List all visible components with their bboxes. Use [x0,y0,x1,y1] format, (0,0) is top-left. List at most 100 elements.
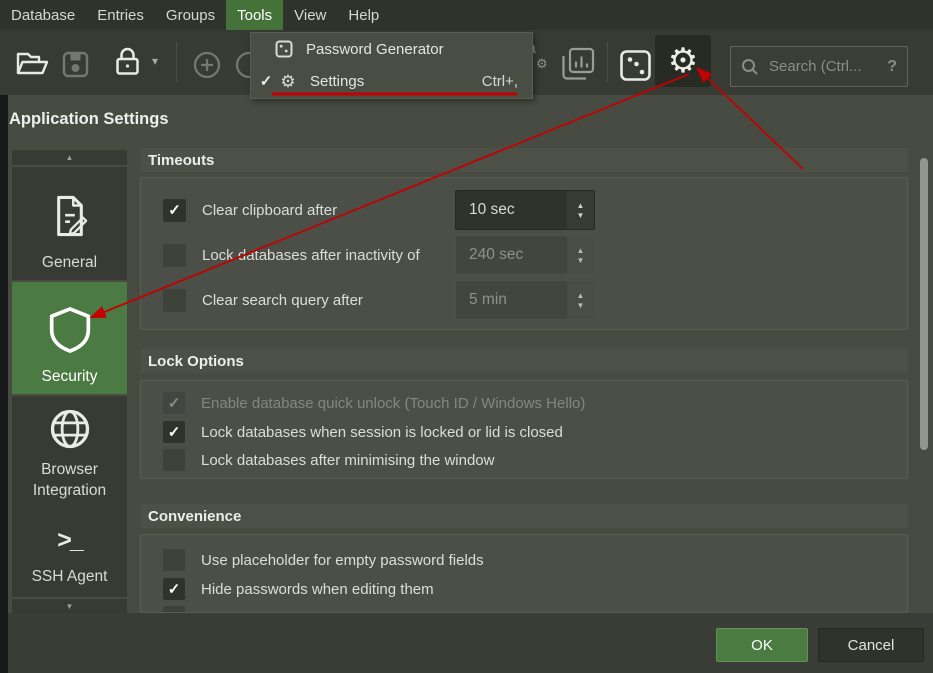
sidebar-scroll-up[interactable]: ▲ [12,150,127,165]
convenience-groupbox: Use placeholder for empty password field… [140,534,908,613]
sidebar-item-browser-integration[interactable]: Browser Integration [12,396,127,502]
search-help-icon[interactable]: ? [887,58,897,76]
settings-row: ✓ Lock databases when session is locked … [163,419,891,445]
menu-shortcut: Ctrl+, [482,73,518,90]
scroll-up-icon: ▲ [66,153,74,162]
section-title-lock-options: Lock Options [148,353,244,370]
settings-row: ✓ Clear clipboard after 10 sec ▲ ▼ [163,189,891,231]
section-header-band [141,349,908,373]
reports-button[interactable] [560,46,596,82]
search-icon [741,58,759,76]
spin-arrows[interactable]: ▲ ▼ [567,191,594,229]
spin-down-icon: ▼ [577,302,585,309]
menu-item-password-generator[interactable]: Password Generator [251,33,532,65]
vertical-scrollbar[interactable] [920,158,928,450]
search-input[interactable]: Search (Ctrl... ? [730,46,908,87]
row-label: Clear search query after [202,292,363,309]
settings-row: ✓ Enable database quick unlock (Touch ID… [163,390,891,416]
settings-button-active[interactable]: ⚙ [655,35,711,87]
folder-open-icon [16,50,49,77]
section-header-band [141,148,908,172]
sidebar-item-label: Security [42,367,98,388]
spin-up-icon: ▲ [577,247,585,254]
terminal-icon: >_ [57,526,82,555]
checkbox-partial[interactable] [163,606,185,613]
check-icon: ✓ [168,423,181,441]
checkbox-placeholder-password[interactable] [163,549,185,571]
scroll-down-icon: ▼ [66,602,74,611]
settings-row: Lock databases after inactivity of 240 s… [163,234,891,276]
menu-item-settings[interactable]: ✓ ⚙ Settings Ctrl+, [251,65,532,97]
passkey-gear-icon: ⚙ [536,56,548,72]
save-icon [62,51,89,78]
section-title-timeouts: Timeouts [148,152,214,169]
reports-icon [560,46,596,82]
menu-help[interactable]: Help [337,0,390,30]
checkbox-hide-passwords[interactable]: ✓ [163,578,185,600]
tools-menu-dropdown: Password Generator ✓ ⚙ Settings Ctrl+, [250,32,533,99]
sidebar-item-general[interactable]: General [12,167,127,280]
cancel-button[interactable]: Cancel [818,628,924,662]
checkbox-lock-session[interactable]: ✓ [163,421,185,443]
menu-entries[interactable]: Entries [86,0,155,30]
settings-row: Clear search query after 5 min ▲ ▼ [163,279,891,321]
sidebar-item-security[interactable]: Security [12,282,127,394]
document-edit-icon [50,195,90,237]
row-label: Lock databases when session is locked or… [201,424,563,441]
settings-row: ✓ Hide passwords when editing them [163,576,891,602]
gear-icon: ⚙ [277,73,299,90]
add-entry-button[interactable] [192,50,222,80]
menu-item-label: Password Generator [306,41,444,58]
page-title: Application Settings [9,110,169,129]
sidebar-item-ssh-agent[interactable]: >_ SSH Agent [12,502,127,588]
menu-item-label: Settings [310,73,364,90]
sidebar-scroll-down[interactable]: ▼ [12,599,127,614]
chevron-down-icon: ▾ [152,54,158,68]
spin-value: 10 sec [469,201,515,219]
sidebar-group: Browser Integration >_ SSH Agent [12,396,127,597]
row-label: Enable database quick unlock (Touch ID /… [201,395,585,412]
row-label: Clear clipboard after [202,202,337,219]
row-label: Lock databases after minimising the wind… [201,452,494,469]
menu-tools[interactable]: Tools [226,0,283,30]
check-icon: ✓ [255,72,277,90]
spin-down-icon: ▼ [577,257,585,264]
open-database-button[interactable] [16,50,49,77]
password-generator-button[interactable] [619,49,652,82]
dialog-button-bar: OK Cancel [0,613,933,673]
spin-value: 240 sec [469,246,523,264]
row-label: Lock databases after inactivity of [202,247,420,264]
spinbox-lock-inactivity: 240 sec ▲ ▼ [455,235,595,275]
sidebar-item-label: General [42,253,97,274]
check-icon: ✓ [168,394,181,412]
menu-groups[interactable]: Groups [155,0,226,30]
plus-circle-icon [192,50,222,80]
spin-up-icon: ▲ [577,292,585,299]
menu-bar: Database Entries Groups Tools View Help [0,0,933,30]
ok-button[interactable]: OK [716,628,808,662]
spinbox-clear-clipboard[interactable]: 10 sec ▲ ▼ [455,190,595,230]
checkbox-quick-unlock: ✓ [163,392,185,414]
spin-up-icon[interactable]: ▲ [577,202,585,209]
row-label: Hide passwords when editing them [201,581,434,598]
spin-arrows: ▲ ▼ [567,236,594,274]
checkbox-clear-search[interactable] [163,289,186,312]
lock-dropdown-button[interactable]: ▾ [152,54,158,68]
checkbox-lock-inactivity[interactable] [163,244,186,267]
menu-database[interactable]: Database [0,0,86,30]
settings-row: Lock databases after minimising the wind… [163,447,891,473]
dice-icon [273,40,295,58]
lock-databases-button[interactable] [114,46,141,77]
spin-down-icon[interactable]: ▼ [577,212,585,219]
toolbar-separator [176,42,177,82]
check-icon: ✓ [168,201,181,219]
checkbox-lock-minimise[interactable] [163,449,185,471]
row-label: Use placeholder for empty password field… [201,552,484,569]
spin-value: 5 min [469,291,507,309]
toolbar-separator [607,42,608,82]
save-database-button[interactable] [62,51,89,78]
search-placeholder: Search (Ctrl... [769,58,887,75]
menu-view[interactable]: View [283,0,337,30]
section-title-convenience: Convenience [148,508,241,525]
checkbox-clear-clipboard[interactable]: ✓ [163,199,186,222]
